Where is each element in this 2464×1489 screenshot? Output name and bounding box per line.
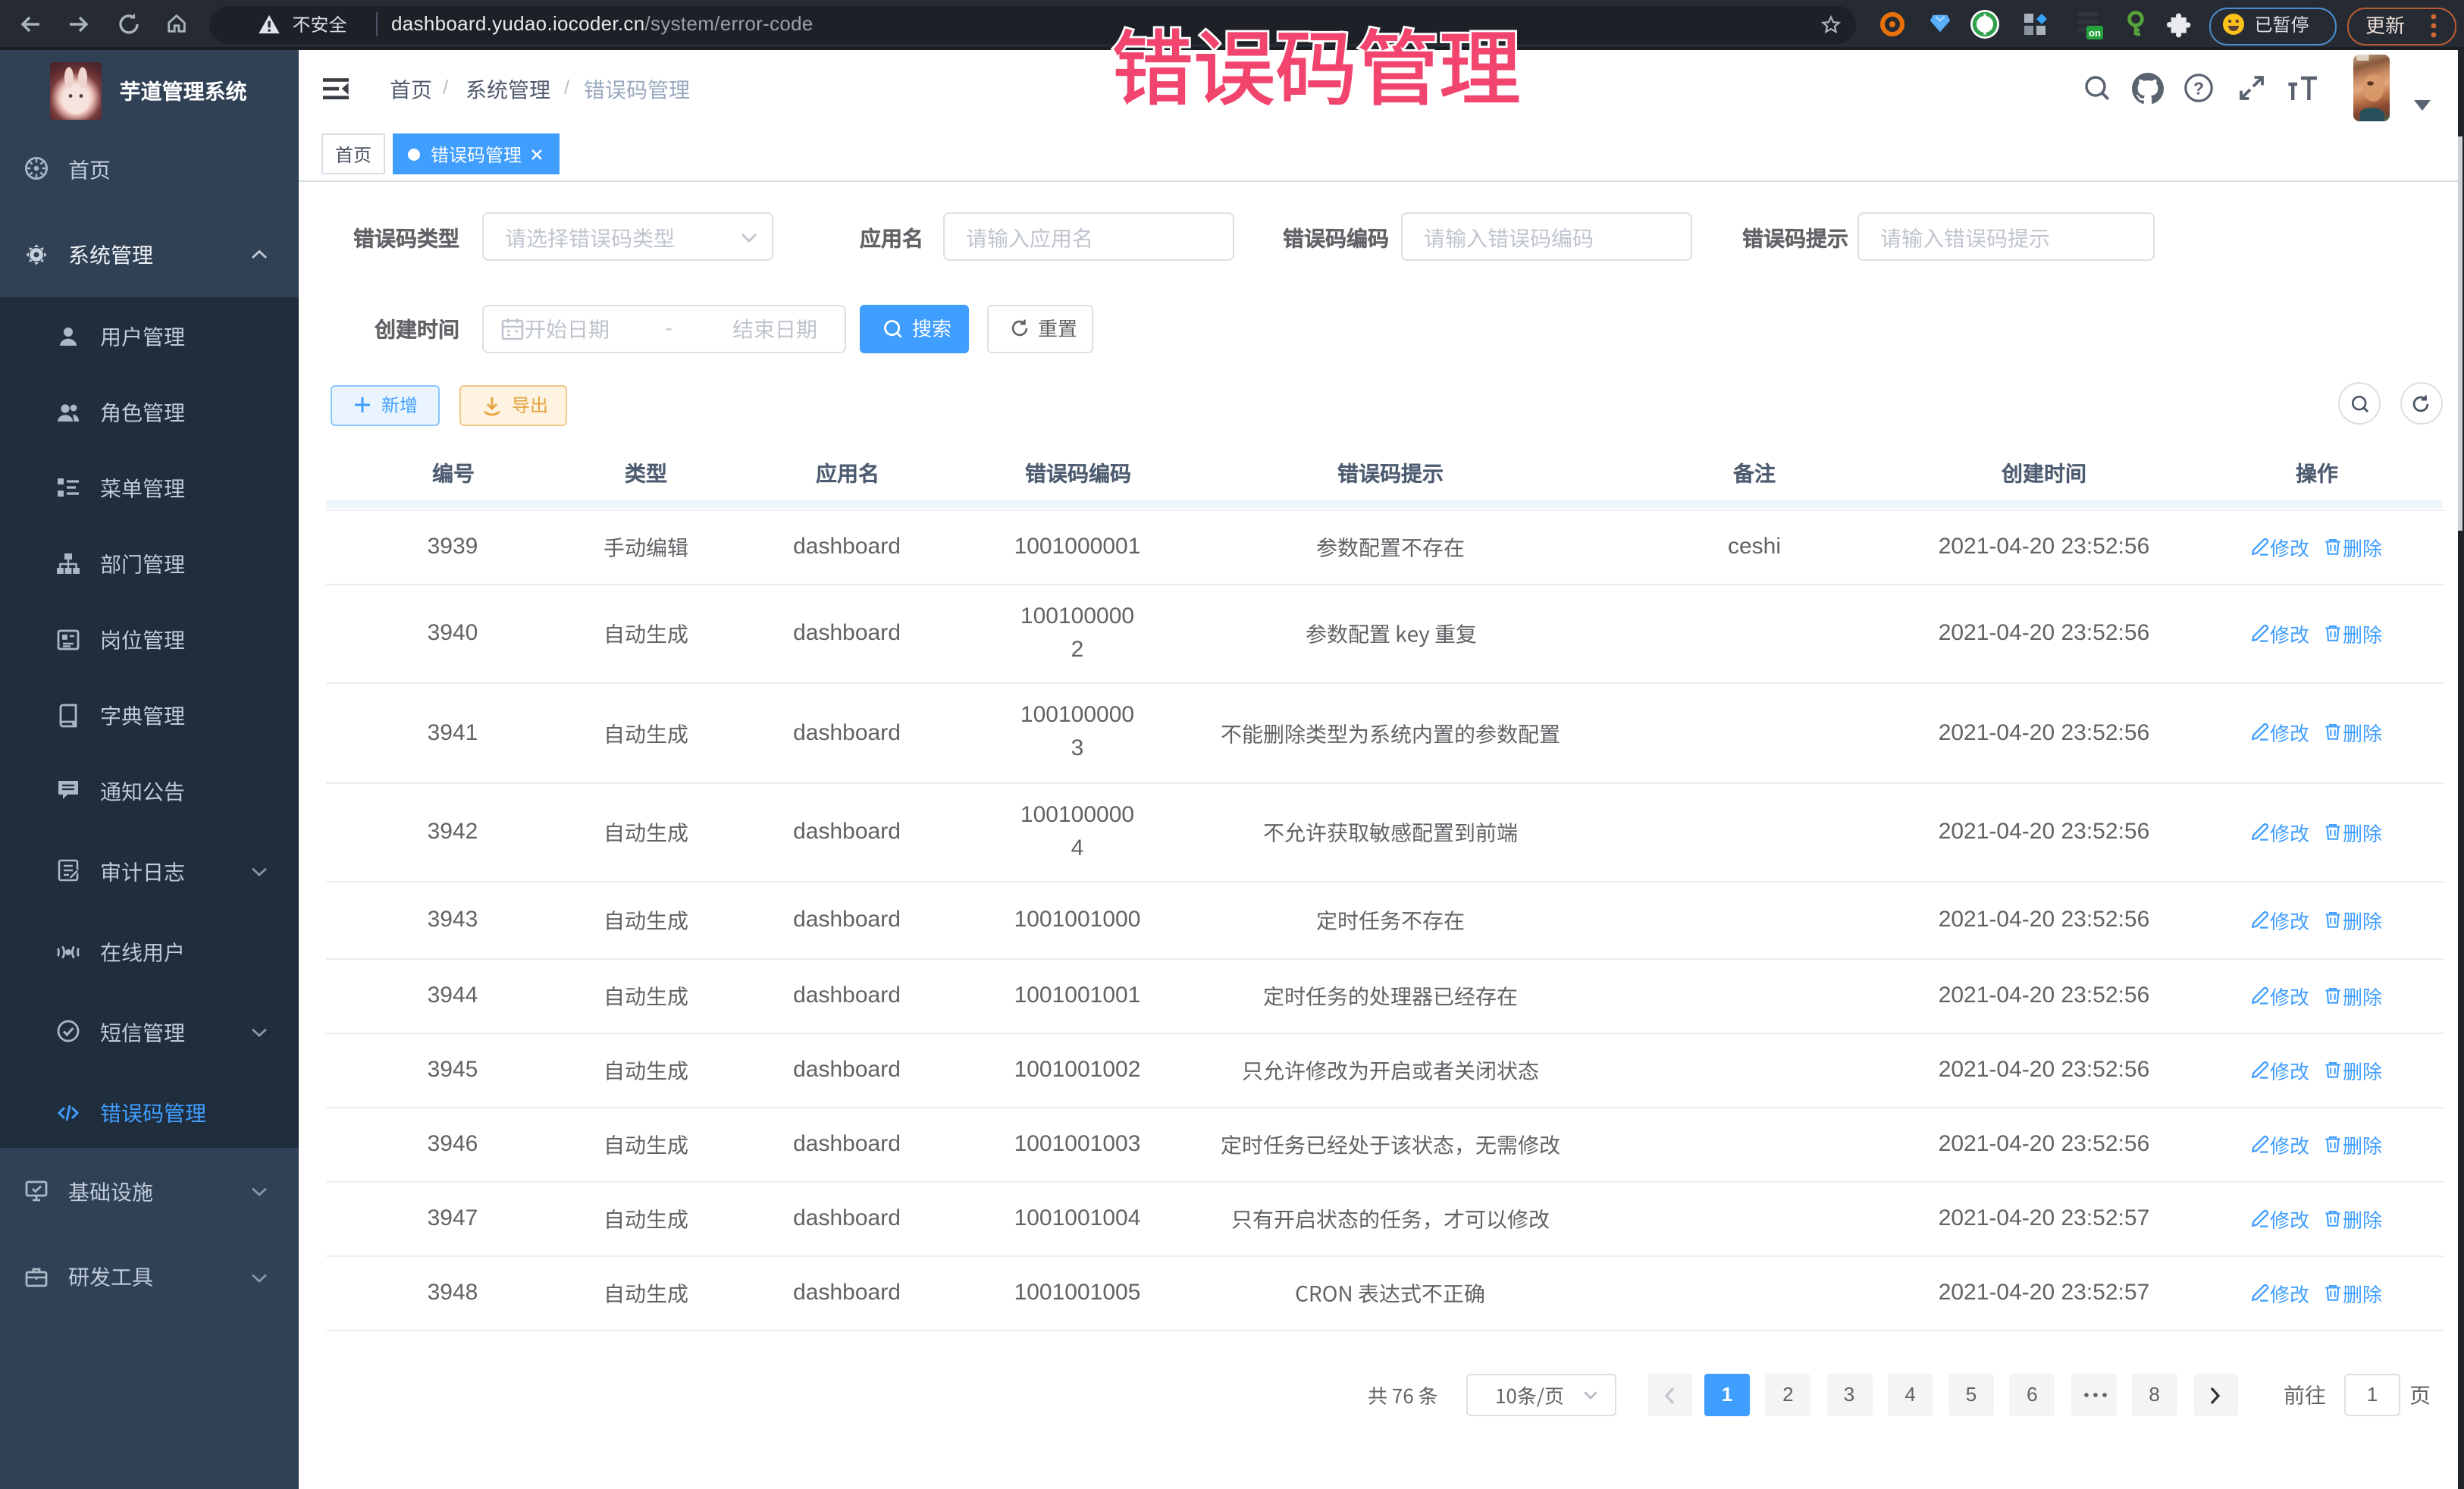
svg-text:on: on bbox=[2089, 27, 2101, 39]
svg-text:?: ? bbox=[2193, 78, 2204, 98]
